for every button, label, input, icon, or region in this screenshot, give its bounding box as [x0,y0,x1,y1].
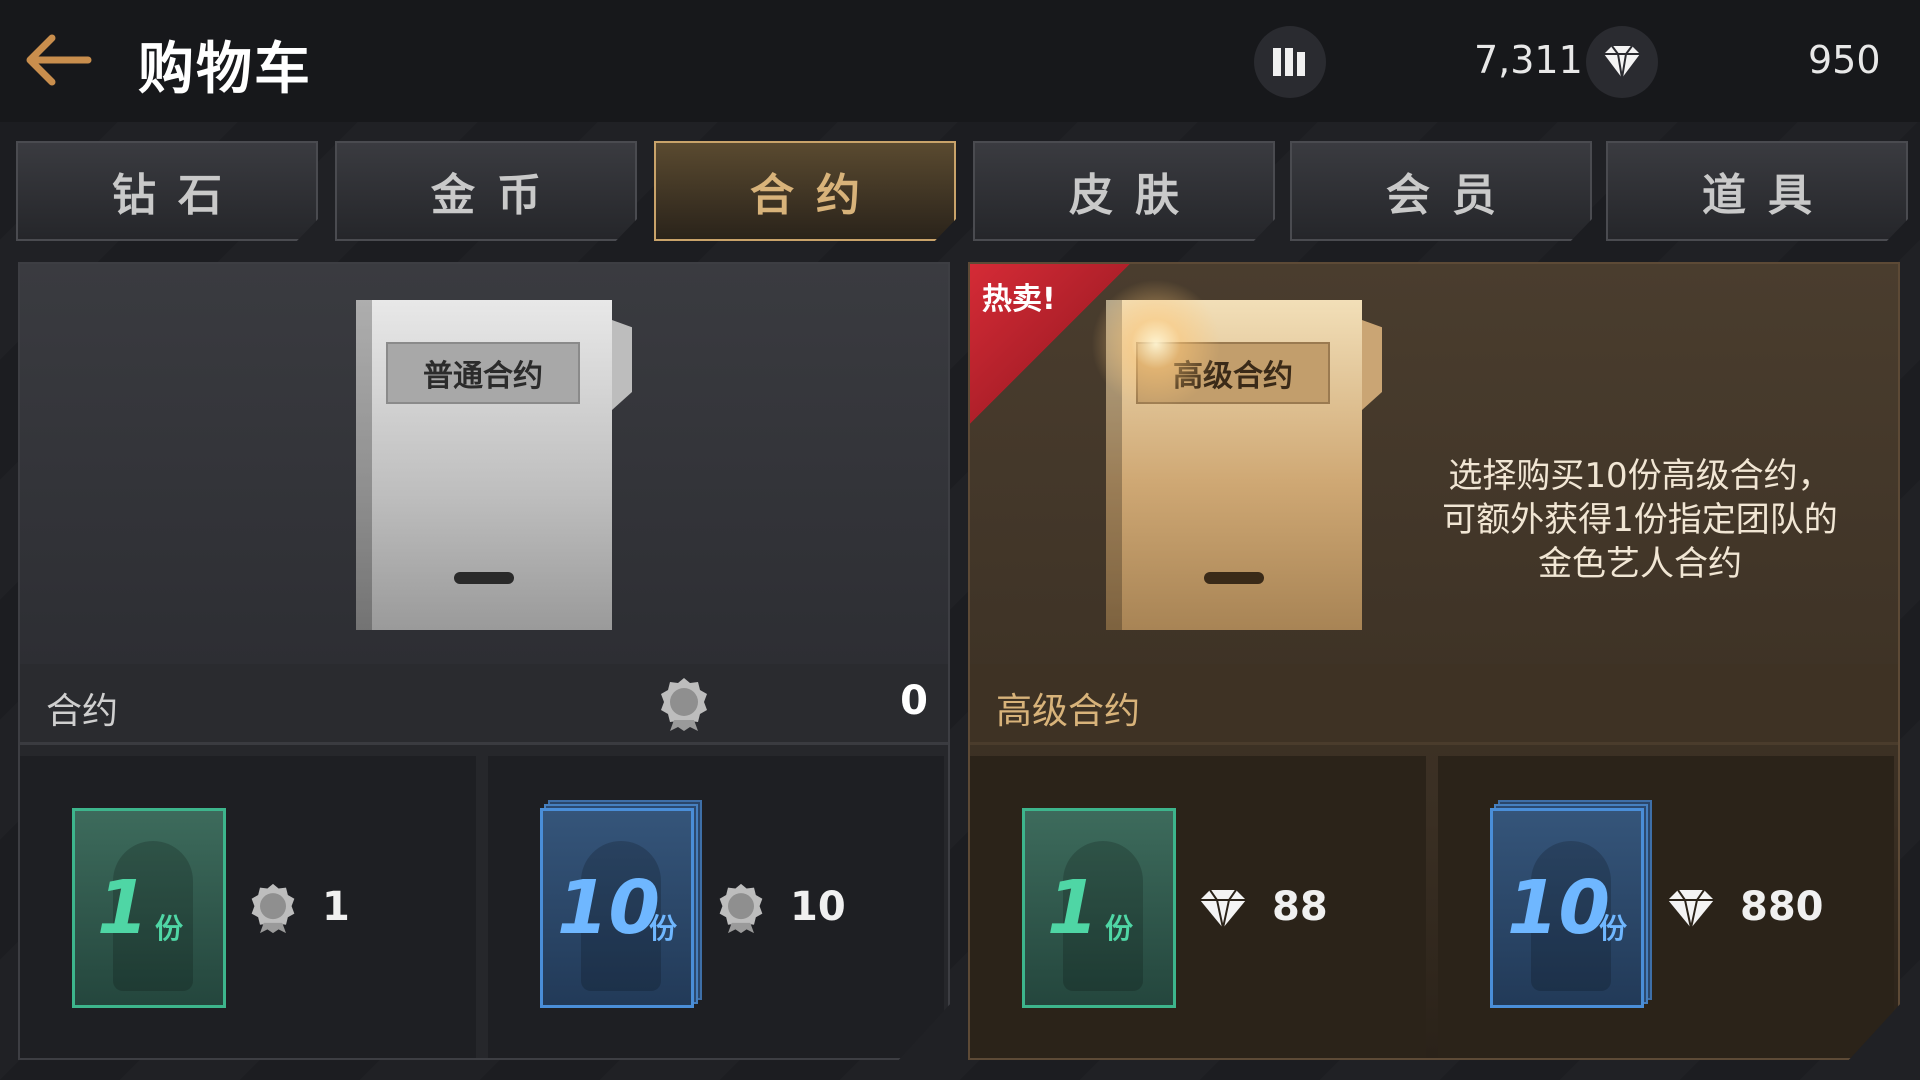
gold-amount: 7,311 [1474,38,1583,82]
ten-card-blue: 10 份 [540,808,694,1008]
section-title: 合约 [46,691,119,732]
price: 880 [1740,884,1824,930]
tab-diamonds[interactable]: 钻石 [16,141,318,241]
seal-icon [251,883,295,934]
price: 88 [1272,884,1328,930]
price: 10 [790,884,846,930]
buy-1-premium-contract[interactable]: 1 份 88 [970,756,1426,1058]
diamond-icon [1668,889,1714,929]
price: 1 [322,884,350,930]
tab-gold[interactable]: 金币 [335,141,637,241]
tab-contracts[interactable]: 合约 [654,141,956,241]
page-title: 购物车 [138,37,312,102]
back-arrow-icon[interactable] [22,30,94,90]
standard-contract-label: 普通合约 [386,342,580,404]
standard-contract-hero: 普通合约 [20,264,948,664]
seal-icon [661,678,707,731]
diamond-amount: 950 [1808,38,1881,82]
single-card-green: 1 份 [72,808,226,1008]
standard-contract-panel: 普通合约 合约 0 1 份 1 10 份 10 [18,262,950,1060]
diamond-icon [1604,45,1640,79]
ten-card-blue: 10 份 [1490,808,1644,1008]
premium-contract-info-bar: 高级合约 [970,664,1898,745]
premium-contract-panel: 热卖! 高级合约 选择购买10份高级合约， 可额外获得1份指定团队的 金色艺人合… [968,262,1900,1060]
single-card-green: 1 份 [1022,808,1176,1008]
buy-10-standard-contracts[interactable]: 10 份 10 [488,756,944,1058]
buy-1-standard-contract[interactable]: 1 份 1 [20,756,476,1058]
hot-sale-badge: 热卖! [982,282,1056,317]
owned-count: 0 [900,678,928,724]
diamond-icon-button[interactable] [1586,26,1658,98]
diamond-icon [1200,889,1246,929]
tab-items[interactable]: 道具 [1606,141,1908,241]
premium-contract-hero: 热卖! 高级合约 选择购买10份高级合约， 可额外获得1份指定团队的 金色艺人合… [970,264,1898,664]
top-bar: 购物车 7,311 950 [0,0,1920,122]
standard-contract-book: 普通合约 [356,300,632,630]
standard-contract-info-bar: 合约 0 [20,664,948,745]
section-title: 高级合约 [996,691,1141,732]
tab-membership[interactable]: 会员 [1290,141,1592,241]
buy-10-premium-contracts[interactable]: 10 份 880 [1438,756,1894,1058]
gold-bars-icon-button[interactable] [1254,26,1326,98]
sparkle-glow [1086,274,1226,414]
tab-skins[interactable]: 皮肤 [973,141,1275,241]
seal-icon [719,883,763,934]
premium-description: 选择购买10份高级合约， 可额外获得1份指定团队的 金色艺人合约 [1442,456,1838,584]
gold-bars-icon [1273,48,1305,76]
